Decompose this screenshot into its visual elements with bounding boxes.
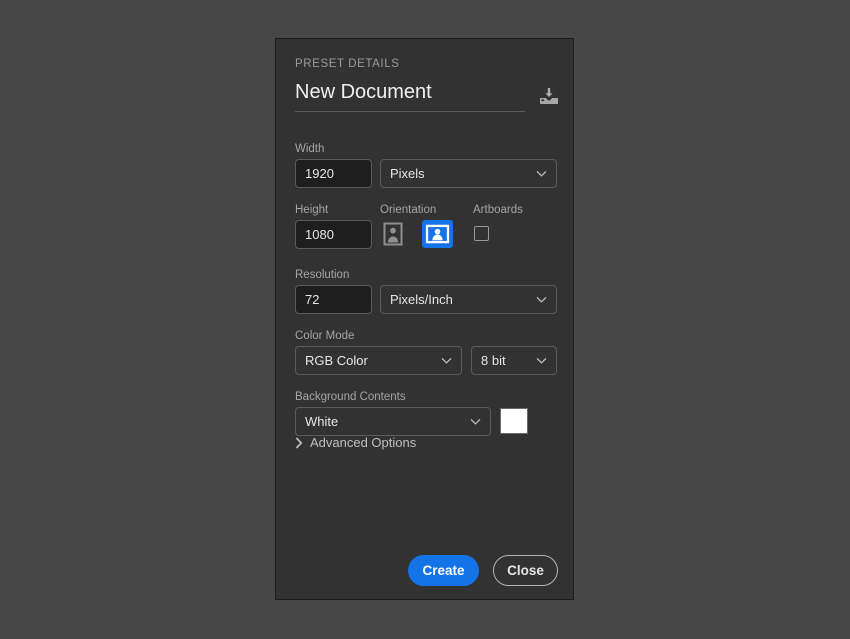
chevron-down-icon [536,296,547,303]
orientation-landscape-button[interactable] [422,220,453,248]
chevron-right-icon [295,437,303,449]
orientation-label: Orientation [380,204,436,216]
advanced-options-label: Advanced Options [310,435,416,450]
width-label: Width [295,143,324,155]
chevron-down-icon [441,357,452,364]
resolution-input[interactable] [295,285,372,314]
background-contents-select[interactable]: White [295,407,491,436]
portrait-icon [382,222,404,246]
close-button[interactable]: Close [493,555,558,586]
document-name-row [295,81,557,119]
color-mode-value: RGB Color [305,353,441,368]
width-unit-value: Pixels [390,166,536,181]
resolution-unit-value: Pixels/Inch [390,292,536,307]
orientation-portrait-button[interactable] [379,220,407,248]
chevron-down-icon [470,418,481,425]
color-depth-value: 8 bit [481,353,536,368]
color-depth-select[interactable]: 8 bit [471,346,557,375]
background-color-swatch[interactable] [500,408,528,434]
width-input[interactable] [295,159,372,188]
artboards-label: Artboards [473,204,523,216]
save-preset-download-icon[interactable] [538,86,560,106]
advanced-options-toggle[interactable]: Advanced Options [295,435,416,450]
height-input[interactable] [295,220,372,249]
resolution-unit-select[interactable]: Pixels/Inch [380,285,557,314]
document-name-input[interactable] [295,81,505,104]
document-name-underline [295,111,525,112]
preset-details-heading: PRESET DETAILS [295,58,399,70]
background-contents-label: Background Contents [295,391,406,403]
resolution-label: Resolution [295,269,349,281]
color-mode-label: Color Mode [295,330,354,342]
chevron-down-icon [536,357,547,364]
chevron-down-icon [536,170,547,177]
create-button[interactable]: Create [408,555,479,586]
color-mode-select[interactable]: RGB Color [295,346,462,375]
height-label: Height [295,204,328,216]
width-unit-select[interactable]: Pixels [380,159,557,188]
new-document-preset-details-panel: PRESET DETAILS Width Pixels Height Orien… [275,38,574,600]
artboards-checkbox[interactable] [474,226,489,241]
landscape-icon [425,224,450,244]
background-contents-value: White [305,414,470,429]
